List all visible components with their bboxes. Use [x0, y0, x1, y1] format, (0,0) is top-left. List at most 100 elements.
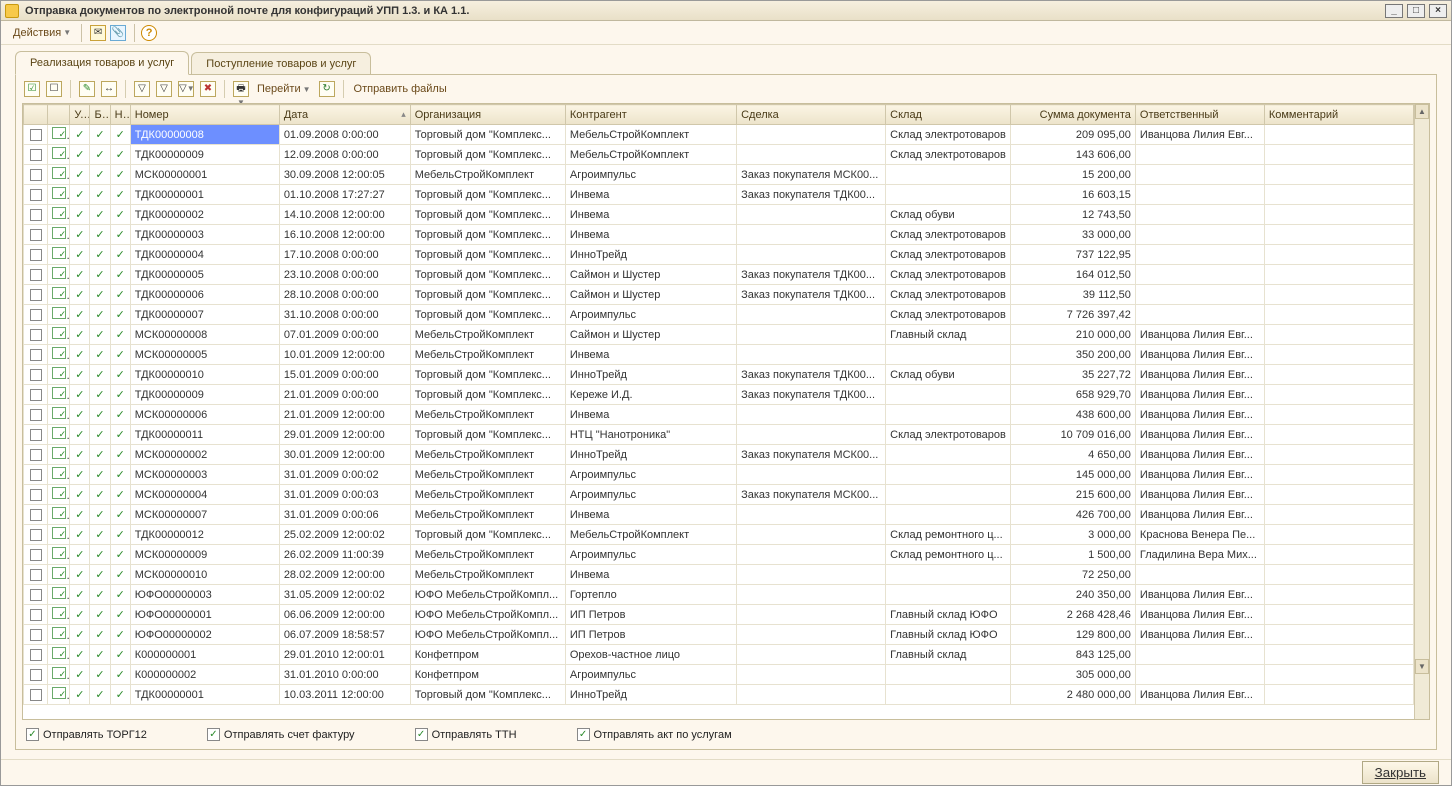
table-row[interactable]: ✓✓✓ТДК0000001129.01.2009 12:00:00Торговы… [24, 425, 1414, 445]
check-invoice[interactable]: ✓ Отправлять счет фактуру [207, 728, 355, 741]
check-ttn[interactable]: ✓ Отправлять ТТН [415, 728, 517, 741]
row-checkbox[interactable] [30, 249, 42, 261]
table-row[interactable]: ✓✓✓МСК0000000331.01.2009 0:00:02МебельСт… [24, 465, 1414, 485]
table-row[interactable]: ✓✓✓ТДК0000000731.10.2008 0:00:00Торговый… [24, 305, 1414, 325]
row-checkbox[interactable] [30, 169, 42, 181]
filter3-icon[interactable]: ▽▼ [178, 81, 194, 97]
attach-icon[interactable]: 📎 [110, 25, 126, 41]
filter-icon[interactable]: ▽ [134, 81, 150, 97]
row-checkbox[interactable] [30, 349, 42, 361]
row-checkbox[interactable] [30, 389, 42, 401]
table-row[interactable]: ✓✓✓ТДК0000001225.02.2009 12:00:02Торговы… [24, 525, 1414, 545]
table-row[interactable]: ✓✓✓К00000000129.01.2010 12:00:01Конфетпр… [24, 645, 1414, 665]
row-checkbox[interactable] [30, 229, 42, 241]
table-row[interactable]: ✓✓✓МСК0000000230.01.2009 12:00:00МебельС… [24, 445, 1414, 465]
print-icon[interactable]: 🖶▼ [233, 81, 249, 97]
table-row[interactable]: ✓✓✓ТДК0000000101.10.2008 17:27:27Торговы… [24, 185, 1414, 205]
row-checkbox[interactable] [30, 649, 42, 661]
col-sum[interactable]: Сумма документа [1011, 105, 1136, 125]
table-row[interactable]: ✓✓✓ЮФО0000000206.07.2009 18:58:57ЮФО Меб… [24, 625, 1414, 645]
table-row[interactable]: ✓✓✓ТДК0000000921.01.2009 0:00:00Торговый… [24, 385, 1414, 405]
row-checkbox[interactable] [30, 209, 42, 221]
minimize-button[interactable]: _ [1385, 4, 1403, 18]
row-checkbox[interactable] [30, 309, 42, 321]
close-button[interactable]: Закрыть [1362, 761, 1439, 784]
select-all-icon[interactable]: ☑ [24, 81, 40, 97]
table-row[interactable]: ✓✓✓МСК0000000510.01.2009 12:00:00МебельС… [24, 345, 1414, 365]
row-checkbox[interactable] [30, 669, 42, 681]
close-window-button[interactable]: × [1429, 4, 1447, 18]
table-row[interactable]: ✓✓✓К00000000231.01.2010 0:00:00Конфетпро… [24, 665, 1414, 685]
row-checkbox[interactable] [30, 369, 42, 381]
help-icon[interactable]: ? [141, 25, 157, 41]
col-deal[interactable]: Сделка [737, 105, 886, 125]
clear-filter-icon[interactable]: ✖ [200, 81, 216, 97]
send-all-icon[interactable]: ✉ [90, 25, 106, 41]
row-checkbox[interactable] [30, 429, 42, 441]
table-row[interactable]: ✓✓✓ТДК0000000316.10.2008 12:00:00Торговы… [24, 225, 1414, 245]
table-row[interactable]: ✓✓✓ТДК0000000417.10.2008 0:00:00Торговый… [24, 245, 1414, 265]
check-torg12[interactable]: ✓ Отправлять ТОРГ12 [26, 728, 147, 741]
col-comm[interactable]: Комментарий [1264, 105, 1413, 125]
refresh-icon[interactable] [319, 81, 335, 97]
vertical-scrollbar[interactable]: ▲ ▼ [1414, 104, 1429, 719]
row-checkbox[interactable] [30, 149, 42, 161]
table-row[interactable]: ✓✓✓МСК0000000621.01.2009 12:00:00МебельС… [24, 405, 1414, 425]
col-resp[interactable]: Ответственный [1135, 105, 1264, 125]
row-checkbox[interactable] [30, 269, 42, 281]
col-number[interactable]: Номер [130, 105, 279, 125]
row-checkbox[interactable] [30, 629, 42, 641]
edit-icon[interactable]: ✎ [79, 81, 95, 97]
table-row[interactable]: ✓✓✓ТДК0000000523.10.2008 0:00:00Торговый… [24, 265, 1414, 285]
table-row[interactable]: ✓✓✓ТДК0000000214.10.2008 12:00:00Торговы… [24, 205, 1414, 225]
row-checkbox[interactable] [30, 489, 42, 501]
col-date[interactable]: Дата ▴ [279, 105, 410, 125]
send-files-button[interactable]: Отправить файлы [350, 81, 451, 97]
row-checkbox[interactable] [30, 689, 42, 701]
tab-receipt[interactable]: Поступление товаров и услуг [191, 52, 371, 75]
row-checkbox[interactable] [30, 529, 42, 541]
col-org[interactable]: Организация [410, 105, 565, 125]
table-row[interactable]: ✓✓✓ЮФО0000000331.05.2009 12:00:02ЮФО Меб… [24, 585, 1414, 605]
row-checkbox[interactable] [30, 289, 42, 301]
table-row[interactable]: ✓✓✓МСК0000000731.01.2009 0:00:06МебельСт… [24, 505, 1414, 525]
move-icon[interactable]: ↔ [101, 81, 117, 97]
filter2-icon[interactable]: ▽ [156, 81, 172, 97]
row-checkbox[interactable] [30, 329, 42, 341]
tab-realization[interactable]: Реализация товаров и услуг [15, 51, 189, 75]
table-row[interactable]: ✓✓✓ТДК0000000912.09.2008 0:00:00Торговый… [24, 145, 1414, 165]
row-checkbox[interactable] [30, 409, 42, 421]
table-row[interactable]: ✓✓✓МСК0000000431.01.2009 0:00:03МебельСт… [24, 485, 1414, 505]
maximize-button[interactable]: □ [1407, 4, 1425, 18]
scroll-up-button[interactable]: ▲ [1415, 104, 1429, 119]
col-b[interactable]: Б.. [90, 105, 110, 125]
scroll-down-button[interactable]: ▼ [1415, 659, 1429, 674]
table-row[interactable]: ✓✓✓МСК0000001028.02.2009 12:00:00МебельС… [24, 565, 1414, 585]
table-row[interactable]: ✓✓✓МСК0000000807.01.2009 0:00:00МебельСт… [24, 325, 1414, 345]
row-checkbox[interactable] [30, 189, 42, 201]
col-status[interactable] [48, 105, 70, 125]
table-row[interactable]: ✓✓✓ЮФО0000000106.06.2009 12:00:00ЮФО Меб… [24, 605, 1414, 625]
table-row[interactable]: ✓✓✓ТДК0000001015.01.2009 0:00:00Торговый… [24, 365, 1414, 385]
col-n[interactable]: Н.. [110, 105, 130, 125]
table-row[interactable]: ✓✓✓ТДК0000000628.10.2008 0:00:00Торговый… [24, 285, 1414, 305]
table-row[interactable]: ✓✓✓ТДК0000000110.03.2011 12:00:00Торговы… [24, 685, 1414, 705]
row-checkbox[interactable] [30, 469, 42, 481]
row-checkbox[interactable] [30, 509, 42, 521]
row-checkbox[interactable] [30, 569, 42, 581]
row-checkbox[interactable] [30, 129, 42, 141]
check-act[interactable]: ✓ Отправлять акт по услугам [577, 728, 732, 741]
goto-button[interactable]: Перейти ▼ [253, 81, 315, 97]
col-wh[interactable]: Склад [886, 105, 1011, 125]
row-checkbox[interactable] [30, 589, 42, 601]
table-row[interactable]: ✓✓✓МСК0000000926.02.2009 11:00:39МебельС… [24, 545, 1414, 565]
actions-menu[interactable]: Действия ▼ [9, 25, 75, 41]
table-row[interactable]: ✓✓✓МСК0000000130.09.2008 12:00:05МебельС… [24, 165, 1414, 185]
col-contr[interactable]: Контрагент [565, 105, 736, 125]
row-checkbox[interactable] [30, 449, 42, 461]
col-checkbox[interactable] [24, 105, 48, 125]
row-checkbox[interactable] [30, 549, 42, 561]
row-checkbox[interactable] [30, 609, 42, 621]
table-row[interactable]: ✓✓✓ТДК0000000801.09.2008 0:00:00Торговый… [24, 125, 1414, 145]
deselect-all-icon[interactable]: ☐ [46, 81, 62, 97]
